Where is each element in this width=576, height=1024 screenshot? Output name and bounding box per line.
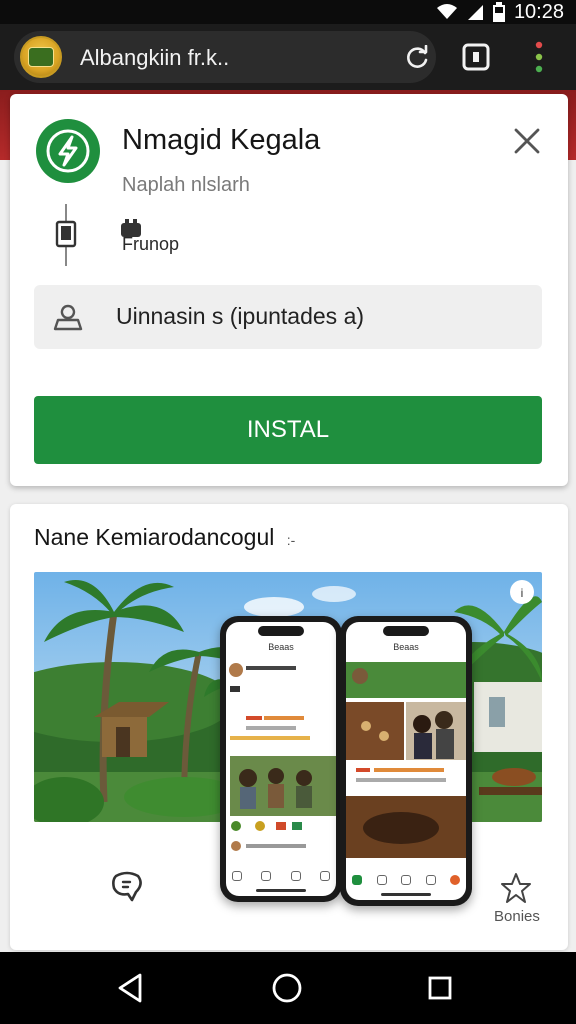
close-icon[interactable]	[512, 126, 542, 156]
phone-home-indicator	[381, 893, 431, 896]
home-icon[interactable]	[271, 972, 303, 1004]
lightning-icon	[46, 129, 90, 173]
user-icon	[53, 304, 83, 331]
phone-screen-left: Beaas	[226, 622, 336, 896]
system-navigation-bar	[0, 952, 576, 1024]
reload-icon[interactable]	[404, 45, 430, 71]
site-logo-badge	[28, 47, 54, 67]
preview-title-suffix: :-	[286, 532, 296, 548]
phone-left-header: Beaas	[268, 642, 294, 652]
phone-right-nav	[352, 874, 460, 886]
device-icon	[55, 204, 77, 266]
phone-left-nav	[232, 870, 330, 882]
phone-nav-notify	[450, 875, 460, 885]
wifi-icon	[436, 4, 457, 19]
app-title: Nmagid Kegala	[122, 124, 321, 156]
url-text[interactable]: Albangkiin fr.k..	[80, 45, 229, 71]
status-time: 10:28	[513, 0, 564, 23]
phone-right-header: Beaas	[393, 642, 419, 652]
status-bar: 10:28	[0, 0, 576, 24]
phone-nav-search	[376, 875, 387, 885]
install-button[interactable]: INSTAL	[34, 396, 542, 464]
status-icons: 10:28	[436, 0, 564, 24]
phone-nav-add	[290, 871, 301, 881]
app-subtitle: Naplah nlslarh	[122, 174, 250, 196]
phone-notch	[258, 626, 304, 636]
phone-screen-right: Beaas	[346, 622, 466, 900]
signal-icon	[467, 5, 483, 20]
download-size-text: Frunop	[122, 234, 180, 254]
phone-nav-profile	[425, 875, 436, 885]
phone-mockup-left: Beaas	[220, 616, 342, 902]
browser-toolbar: Albangkiin fr.k..	[0, 24, 576, 90]
phone-nav-profile	[319, 871, 330, 881]
chat-bubble-icon[interactable]	[110, 870, 144, 902]
feed-content-right	[346, 662, 466, 858]
preview-card: Nane Kemiarodancogul :- i Beaas Beaas Bo…	[10, 504, 568, 950]
preview-title-text: Nane Kemiarodancogul	[34, 524, 275, 550]
tabs-icon[interactable]	[462, 43, 490, 71]
battery-icon	[492, 2, 505, 22]
menu-dots-icon[interactable]	[530, 40, 548, 74]
info-text: Uinnasin s (ipuntades a)	[116, 303, 365, 329]
install-prompt-card: Nmagid Kegala Naplah nlslarh Frunop Uinn…	[10, 94, 568, 486]
star-icon[interactable]	[500, 872, 532, 904]
recents-icon[interactable]	[428, 976, 452, 1000]
phone-nav-search	[261, 871, 272, 881]
phone-notch	[383, 626, 429, 636]
phone-nav-home	[352, 875, 362, 885]
phone-nav-add	[401, 875, 411, 885]
app-icon	[36, 119, 100, 183]
star-label: Bonies	[494, 908, 540, 925]
preview-title: Nane Kemiarodancogul :-	[34, 524, 295, 551]
phone-nav-home	[232, 871, 242, 881]
info-row: Uinnasin s (ipuntades a)	[34, 285, 542, 349]
back-icon[interactable]	[116, 972, 146, 1004]
feed-content-left	[229, 663, 336, 851]
site-logo	[20, 36, 62, 78]
address-bar[interactable]: Albangkiin fr.k..	[14, 31, 436, 83]
svg-text:i: i	[521, 586, 524, 600]
phone-mockup-right: Beaas	[340, 616, 472, 906]
phone-home-indicator	[256, 889, 306, 892]
